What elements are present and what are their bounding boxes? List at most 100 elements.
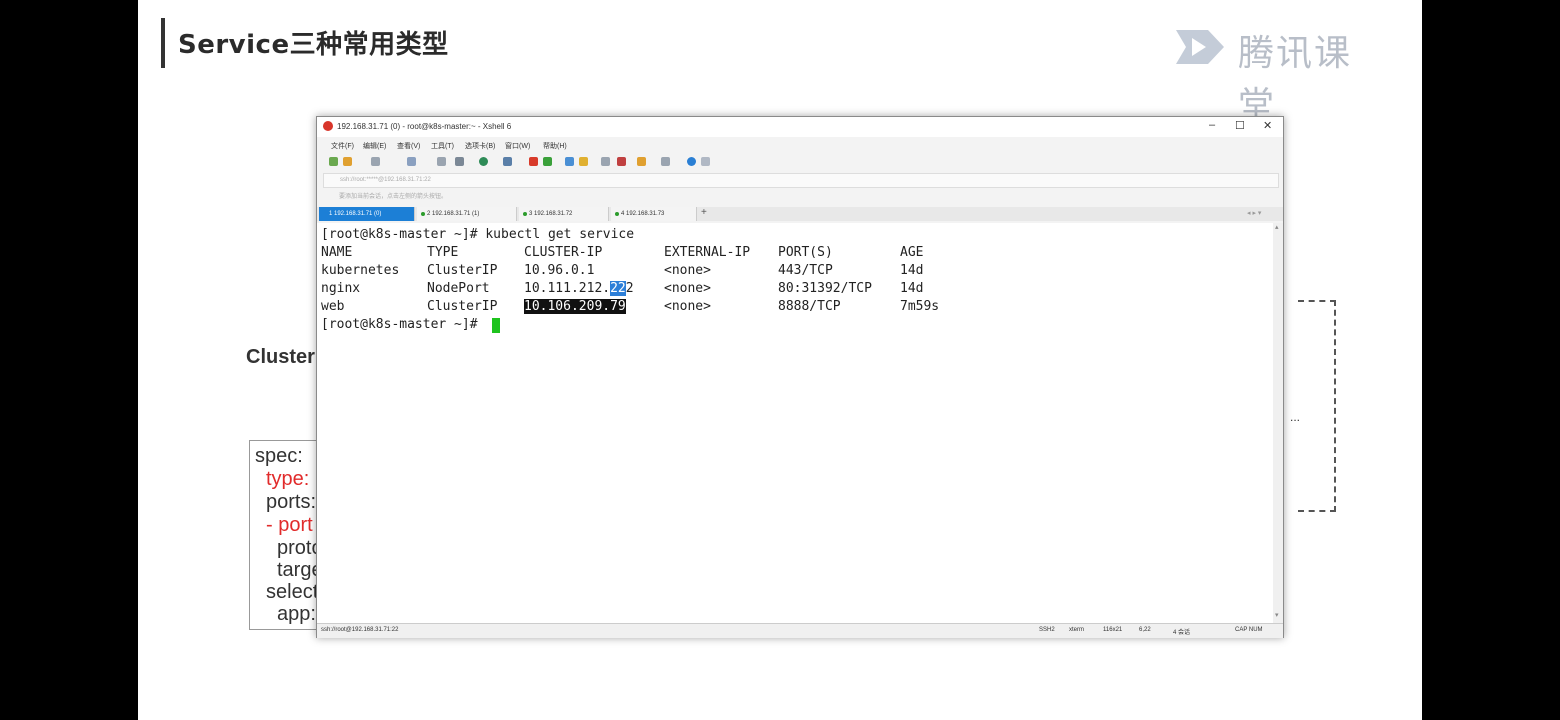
row-nginx-type: NodePort bbox=[427, 281, 490, 296]
xshell-app-icon bbox=[323, 121, 333, 131]
row-kubernetes-external-ip: <none> bbox=[664, 263, 711, 278]
row-web-cluster-ip-highlighted: 10.106.209.79 bbox=[524, 299, 626, 314]
menu-file[interactable]: 文件(F) bbox=[331, 141, 354, 151]
tencent-classroom-logo: 腾讯课堂 bbox=[1168, 20, 1388, 126]
row-kubernetes-type: ClusterIP bbox=[427, 263, 498, 278]
header-name: NAME bbox=[321, 245, 353, 260]
status-protocol: SSH2 bbox=[1039, 627, 1055, 633]
status-caps-num: CAP NUM bbox=[1235, 627, 1263, 633]
tab-scroll-arrows-icon[interactable]: ◂ ▸ ▾ bbox=[1247, 209, 1261, 217]
dashed-diagram-box bbox=[1298, 300, 1336, 512]
xshell-icon[interactable] bbox=[529, 157, 538, 166]
cluster-ip-prefix: 10.111.212. bbox=[524, 281, 611, 296]
menu-edit[interactable]: 编辑(E) bbox=[363, 141, 386, 151]
row-nginx-cluster-ip: 10.111.212.222 bbox=[524, 281, 634, 296]
print-icon[interactable] bbox=[455, 157, 464, 166]
row-nginx-age: 14d bbox=[900, 281, 924, 296]
slide-title: Service三种常用类型 bbox=[178, 30, 449, 60]
session-tabs: 1 192.168.31.71 (0) 2 192.168.31.71 (1) … bbox=[317, 207, 1283, 221]
header-external-ip: EXTERNAL-IP bbox=[664, 245, 751, 260]
compose-icon[interactable] bbox=[637, 157, 646, 166]
open-folder-icon[interactable] bbox=[343, 157, 352, 166]
header-ports: PORT(S) bbox=[778, 245, 833, 260]
xftp-icon[interactable] bbox=[543, 157, 552, 166]
tab-session-4[interactable]: 4 192.168.31.73 bbox=[611, 207, 697, 221]
yaml-line: select bbox=[266, 581, 319, 603]
yaml-line: spec: bbox=[255, 445, 303, 467]
status-sessions: 4 会话 bbox=[1173, 630, 1191, 636]
title-accent-bar bbox=[161, 18, 165, 68]
yaml-line: ports: bbox=[266, 491, 317, 513]
tab-session-1[interactable]: 1 192.168.31.71 (0) bbox=[319, 207, 415, 221]
row-web-ports: 8888/TCP bbox=[778, 299, 841, 314]
terminal-cursor bbox=[492, 318, 500, 333]
layout-icon[interactable] bbox=[601, 157, 610, 166]
menu-bar: 文件(F) 编辑(E) 查看(V) 工具(T) 选项卡(B) 窗口(W) 帮助(… bbox=[317, 137, 1283, 153]
connected-status-icon bbox=[421, 212, 425, 216]
scroll-up-icon[interactable]: ▴ bbox=[1275, 223, 1279, 231]
header-age: AGE bbox=[900, 245, 924, 260]
copy-icon[interactable] bbox=[407, 157, 416, 166]
address-text: ssh://root:*****@192.168.31.71:22 bbox=[340, 177, 431, 183]
status-size: 116x21 bbox=[1103, 627, 1123, 633]
row-kubernetes-name: kubernetes bbox=[321, 263, 400, 278]
session-hint-bar: 要添加当前会话，点击左侧的箭头按钮。 bbox=[323, 189, 1277, 201]
menu-tools[interactable]: 工具(T) bbox=[431, 141, 454, 151]
row-web-name: web bbox=[321, 299, 345, 314]
logo-text: 腾讯课堂 bbox=[1238, 33, 1353, 126]
tab-label: 4 192.168.31.73 bbox=[621, 211, 665, 217]
tab-session-3[interactable]: 3 192.168.31.72 bbox=[519, 207, 609, 221]
header-cluster-ip: CLUSTER-IP bbox=[524, 245, 603, 260]
script-icon[interactable] bbox=[503, 157, 512, 166]
highlight-icon[interactable] bbox=[617, 157, 626, 166]
maximize-button[interactable]: ☐ bbox=[1235, 119, 1245, 132]
row-nginx-name: nginx bbox=[321, 281, 361, 296]
lock-icon[interactable] bbox=[579, 157, 588, 166]
diagram-ellipsis: ... bbox=[1290, 410, 1301, 424]
options-icon[interactable] bbox=[661, 157, 670, 166]
connected-status-icon bbox=[615, 212, 619, 216]
terminal-area[interactable]: [root@k8s-master ~]# kubectl get service… bbox=[317, 223, 1273, 623]
yaml-line: type: bbox=[266, 468, 310, 490]
header-type: TYPE bbox=[427, 245, 459, 260]
cluster-ip-tail: 2 bbox=[625, 281, 634, 296]
terminal-scrollbar[interactable]: ▴ ▾ bbox=[1273, 223, 1283, 623]
row-nginx-ports: 80:31392/TCP bbox=[778, 281, 872, 296]
row-web-external-ip: <none> bbox=[664, 299, 711, 314]
row-web-type: ClusterIP bbox=[427, 299, 498, 314]
cluster-ip-label: ClusterI bbox=[246, 346, 321, 368]
row-web-age: 7m59s bbox=[900, 299, 940, 314]
status-terminal-type: xterm bbox=[1069, 627, 1084, 633]
menu-window[interactable]: 窗口(W) bbox=[505, 141, 530, 151]
yaml-line: - port bbox=[266, 514, 313, 536]
play-logo-icon bbox=[1176, 30, 1224, 64]
status-connection: ssh://root@192.168.31.71:22 bbox=[321, 627, 399, 633]
help-icon[interactable] bbox=[687, 157, 696, 166]
minimize-button[interactable]: – bbox=[1209, 119, 1215, 131]
address-bar[interactable]: ssh://root:*****@192.168.31.71:22 bbox=[323, 173, 1279, 188]
menu-view[interactable]: 查看(V) bbox=[397, 141, 420, 151]
tab-session-2[interactable]: 2 192.168.31.71 (1) bbox=[417, 207, 517, 221]
window-titlebar[interactable]: 192.168.31.71 (0) - root@k8s-master:~ - … bbox=[317, 117, 1283, 137]
find-icon[interactable] bbox=[437, 157, 446, 166]
session-hint-text: 要添加当前会话，点击左侧的箭头按钮。 bbox=[339, 194, 448, 200]
row-nginx-external-ip: <none> bbox=[664, 281, 711, 296]
connected-status-icon bbox=[523, 212, 527, 216]
menu-help[interactable]: 帮助(H) bbox=[543, 141, 567, 151]
tab-label: 2 192.168.31.71 (1) bbox=[427, 211, 480, 217]
globe-icon[interactable] bbox=[479, 157, 488, 166]
row-kubernetes-age: 14d bbox=[900, 263, 924, 278]
menu-tabs[interactable]: 选项卡(B) bbox=[465, 141, 495, 151]
close-button[interactable]: ✕ bbox=[1263, 119, 1272, 132]
xshell-window[interactable]: 192.168.31.71 (0) - root@k8s-master:~ - … bbox=[316, 116, 1284, 638]
tips-icon[interactable] bbox=[701, 157, 710, 166]
scroll-down-icon[interactable]: ▾ bbox=[1275, 611, 1279, 619]
toolbar bbox=[317, 153, 1283, 171]
new-session-icon[interactable] bbox=[329, 157, 338, 166]
fullscreen-icon[interactable] bbox=[565, 157, 574, 166]
row-kubernetes-cluster-ip: 10.96.0.1 bbox=[524, 263, 595, 278]
disconnect-icon[interactable] bbox=[371, 157, 380, 166]
status-cursor-pos: 6,22 bbox=[1139, 627, 1151, 633]
add-tab-button[interactable]: + bbox=[701, 207, 707, 218]
tab-label: 3 192.168.31.72 bbox=[529, 211, 573, 217]
